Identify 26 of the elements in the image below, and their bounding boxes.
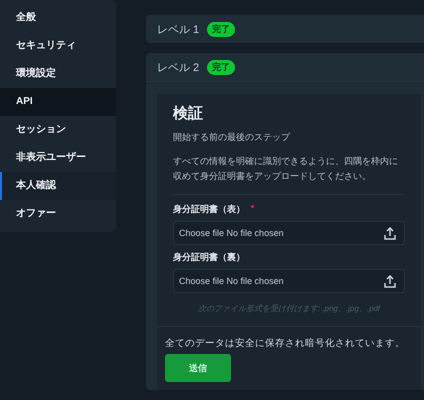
sidebar-item[interactable]: 環境設定 <box>0 60 116 88</box>
level-title: レベル 1 <box>157 22 200 36</box>
sidebar-item[interactable]: API <box>0 88 116 116</box>
field-label: 身分証明書（表） <box>173 203 245 216</box>
upload-icon <box>384 274 396 288</box>
file-input-field[interactable]: Choose file No file chosen <box>173 221 405 245</box>
upload-icon <box>384 226 396 240</box>
description: すべての情報を明確に識別できるように、四隅を枠内に収めて身分証明書をアップロードしてください。 <box>173 155 399 183</box>
sidebar-item[interactable]: 非表示ユーザー <box>0 144 116 172</box>
status-badge: 完了 <box>207 60 236 74</box>
sidebar-item[interactable]: セッション <box>0 116 116 144</box>
sidebar-item[interactable]: 本人確認 <box>0 172 116 200</box>
card-title: 検証 <box>173 104 204 123</box>
sidebar-item[interactable]: オファー <box>0 200 116 228</box>
sidebar-item[interactable]: セキュリティ <box>0 32 116 60</box>
subtitle: 開始する前の最後のステップ <box>173 131 292 144</box>
sidebar-item[interactable]: 全般 <box>0 4 116 32</box>
level-title: レベル 2 <box>157 60 200 74</box>
level-header[interactable]: レベル 2 完了 <box>146 53 424 82</box>
security-note: 全てのデータは安全に保存され暗号化されています。 <box>165 337 406 350</box>
file-input-field[interactable]: Choose file No file chosen <box>173 269 405 293</box>
required-dot-icon <box>251 205 254 208</box>
formats-note: 次のファイル形式を受け付けます: .png、.jpg、.pdf <box>196 303 382 314</box>
level-header[interactable]: レベル 1 完了 <box>146 15 424 43</box>
status-badge: 完了 <box>207 22 236 36</box>
field-label: 身分証明書（裏） <box>173 251 245 264</box>
